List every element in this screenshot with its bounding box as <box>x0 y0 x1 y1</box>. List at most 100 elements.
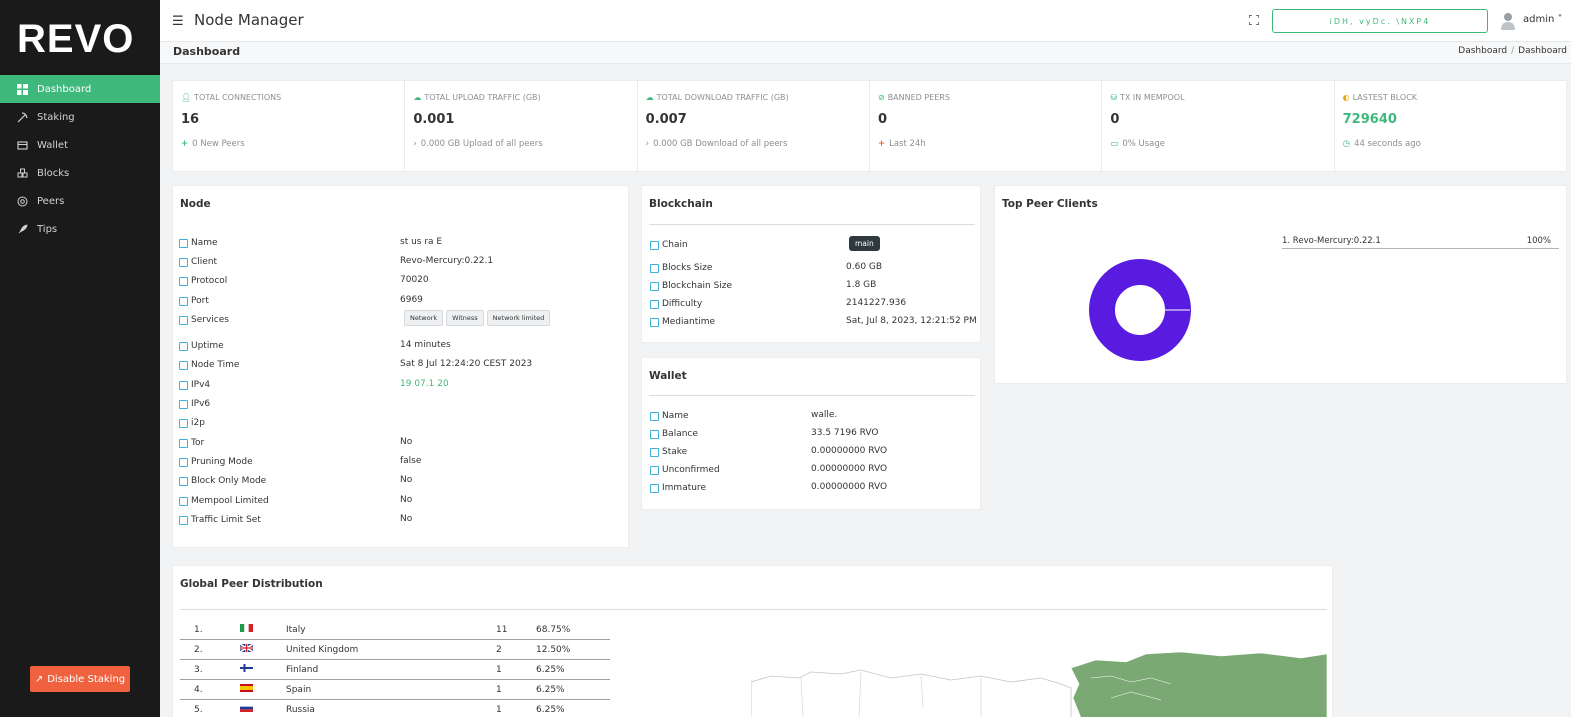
node-info-label: Name <box>191 238 218 248</box>
svg-text:REVO: REVO <box>17 18 134 58</box>
blockchain-info-row: Blockchain Size <box>650 279 732 293</box>
disable-staking-button[interactable]: ↗ Disable Staking <box>30 666 130 692</box>
sidebar-item-staking[interactable]: Staking <box>0 103 160 131</box>
node-info-row: i2p <box>179 416 205 430</box>
node-info-label: Services <box>191 315 229 325</box>
checkbox-icon <box>179 476 188 486</box>
node-info-label: IPv6 <box>191 399 211 409</box>
sidebar-item-label: Peers <box>37 195 65 207</box>
node-info-label: Tor <box>191 438 205 448</box>
pickaxe-icon: ↗ <box>34 673 44 685</box>
sidebar-item-tips[interactable]: Tips <box>0 215 160 243</box>
menu-toggle-icon[interactable]: ☰ <box>172 14 184 29</box>
sidebar-item-peers[interactable]: Peers <box>0 187 160 215</box>
flag-cell <box>239 643 286 655</box>
database-icon: ⛁ <box>1110 93 1118 102</box>
flag-cell <box>240 664 286 675</box>
stat-value: 0 <box>1110 112 1120 127</box>
id-card-icon <box>179 238 188 248</box>
checkbox-icon <box>179 380 188 390</box>
wallet-icon <box>650 411 659 421</box>
avatar[interactable] <box>1500 12 1516 30</box>
clock-icon <box>650 317 659 327</box>
stat-label: TX IN MEMPOOL <box>1120 93 1185 102</box>
node-info-key: Services <box>179 315 229 325</box>
wallet-info-value: 0.00000000 RVO <box>811 446 888 456</box>
card-title: Top Peer Clients <box>1002 198 1098 210</box>
stat-download-traffic: ☁ TOTAL DOWNLOAD TRAFFIC (GB) 0.007 › 0.00… <box>638 81 870 171</box>
peer-count: 11 <box>496 624 508 635</box>
blockchain-info-row: Blocks Size <box>650 261 712 275</box>
node-info-key: Protocol <box>179 276 227 286</box>
stat-label: TOTAL DOWNLOAD TRAFFIC (GB) <box>656 93 789 102</box>
cubes-icon <box>16 167 28 179</box>
checkbox-icon <box>179 457 188 467</box>
stat-sub: Last 24h <box>889 139 926 149</box>
fullscreen-icon[interactable] <box>1249 15 1259 25</box>
stat-value: 16 <box>181 112 200 127</box>
stat-total-connections: 👤︎ TOTAL CONNECTIONS 16 +0 New Peers <box>173 81 406 171</box>
node-info-label: Node Time <box>191 360 240 370</box>
stat-label: TOTAL CONNECTIONS <box>194 93 282 102</box>
node-info-key: i2p <box>179 418 205 428</box>
breadcrumb-bar: Dashboard Dashboard / Dashboard <box>160 42 1571 64</box>
checkbox-icon <box>179 438 188 448</box>
blockchain-info-key: Difficulty <box>650 299 702 309</box>
node-info-label: Client <box>191 257 218 267</box>
wallet-info-row: Unconfirmed <box>650 463 720 477</box>
dashboard-icon <box>16 83 28 95</box>
blockchain-info-value: Sat, Jul 8, 2023, 12:21:52 PM <box>846 316 977 326</box>
stat-sub: 0% Usage <box>1122 139 1166 149</box>
chevron-down-icon: ˅ <box>1557 14 1563 25</box>
italy-flag-icon <box>240 624 253 632</box>
service-tag: Witness <box>446 310 484 326</box>
spain-flag-icon <box>240 684 253 692</box>
node-info-key: Node Time <box>179 360 239 370</box>
country: United Kingdom <box>286 644 359 655</box>
node-info-value: 6969 <box>400 295 423 305</box>
wallet-address-button[interactable]: iDH, vyDc. \NXP4 <box>1272 9 1488 33</box>
rank: 3. <box>194 664 203 675</box>
wrench-icon <box>650 299 659 309</box>
node-info-key: Mempool Limited <box>179 496 269 506</box>
node-info-key: Port <box>179 296 209 306</box>
sidebar-item-blocks[interactable]: Blocks <box>0 159 160 187</box>
username: admin <box>1523 14 1555 25</box>
wallet-info-row: Immature <box>650 481 706 495</box>
clock-icon <box>179 360 188 370</box>
sidebar-item-dashboard[interactable]: Dashboard <box>0 75 160 103</box>
wallet-info-key: Name <box>650 411 689 421</box>
blockchain-info-key: Chain <box>650 240 688 250</box>
node-info-row: IPv6 <box>179 397 210 411</box>
info-icon <box>650 465 659 475</box>
stat-sub: 0 New Peers <box>192 139 245 149</box>
legend-label: 1. Revo-Mercury:0.22.1 <box>1282 236 1381 246</box>
node-info-row: Tor <box>179 436 204 450</box>
blockchain-info-label: Mediantime <box>662 317 716 327</box>
node-info-row: IPv4 <box>179 378 210 392</box>
table-row: 5. Russia 1 6.25% <box>180 700 610 717</box>
node-info-label: Pruning Mode <box>191 457 253 467</box>
blockchain-info-key: Mediantime <box>650 317 715 327</box>
plus-icon: + <box>877 139 886 149</box>
user-menu[interactable]: admin ˅ <box>1523 14 1563 25</box>
checkbox-icon <box>179 399 188 409</box>
node-info-row: Node Time <box>179 358 239 372</box>
node-info-label: i2p <box>191 418 205 428</box>
peer-count: 1 <box>496 684 502 695</box>
breadcrumb-link[interactable]: Dashboard <box>1458 46 1507 56</box>
country: Finland <box>286 664 319 675</box>
node-info-row: Traffic Limit Set <box>179 513 261 527</box>
revo-logo[interactable]: REVO <box>17 18 135 58</box>
blockchain-info-key: Blockchain Size <box>650 281 732 291</box>
node-info-row: Name <box>179 236 218 250</box>
clock-icon <box>179 341 188 351</box>
rank: 5. <box>194 704 203 715</box>
node-info-row: Block Only Mode <box>179 474 266 488</box>
sidebar-item-wallet[interactable]: Wallet <box>0 131 160 159</box>
breadcrumb-current: Dashboard <box>1518 46 1567 56</box>
top-peer-clients-card: Top Peer Clients 1. Revo-Mercury:0.22.1 … <box>994 185 1567 384</box>
user-icon: 👤︎ <box>181 93 192 102</box>
pickaxe-icon <box>16 111 28 123</box>
topbar: ☰ Node Manager iDH, vyDc. \NXP4 admin ˅ <box>160 0 1571 42</box>
